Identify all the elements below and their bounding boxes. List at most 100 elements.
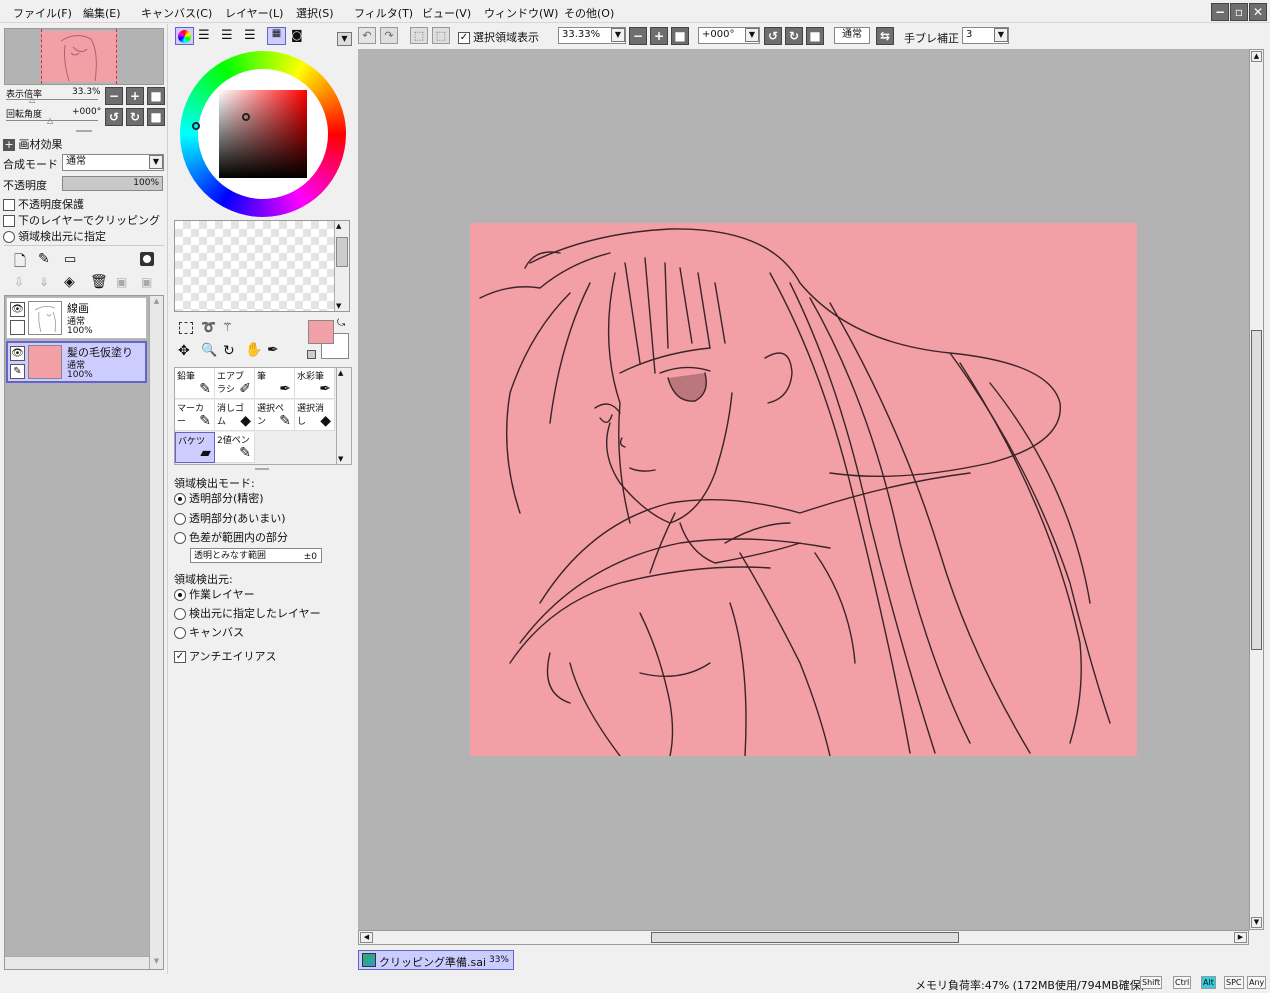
toolbar-rotate-left-button[interactable]: ↺	[764, 27, 782, 45]
new-layer-icon[interactable]: 🗋	[14, 251, 26, 276]
scroll-down-arrow[interactable]: ▼	[338, 455, 343, 463]
new-folder-icon[interactable]: ▭	[64, 252, 76, 267]
detect-source-option[interactable]: 作業レイヤー	[174, 586, 255, 602]
trash-icon[interactable]: 🗑	[90, 274, 108, 290]
clear-layer-icon[interactable]: ◈	[64, 274, 75, 290]
transfer-down-icon[interactable]: ⇩	[14, 275, 24, 289]
document-tab[interactable]: クリッピング準備.sai 33%	[358, 950, 514, 970]
layer-list-scrollbar[interactable]: ▲ ▼	[149, 296, 163, 969]
swap-colors-icon[interactable]: ⤿	[337, 318, 345, 329]
detect-source-option[interactable]: 検出元に指定したレイヤー	[174, 605, 321, 621]
eyedropper-icon[interactable]: ✒	[267, 342, 279, 358]
foreground-color-swatch[interactable]	[308, 320, 334, 344]
scroll-thumb[interactable]	[1251, 330, 1262, 650]
blend-mode-select[interactable]: 通常 ▼	[62, 154, 164, 171]
redo-button[interactable]: ↷	[380, 27, 398, 44]
tool-eraser[interactable]: 消しゴム ◆	[215, 400, 255, 431]
merge-down-icon[interactable]: ⇓	[39, 275, 49, 289]
minimize-button[interactable]: −	[1211, 3, 1229, 21]
move-icon[interactable]: ✥	[178, 343, 190, 359]
toolbar-zoom-out-button[interactable]: −	[629, 27, 647, 45]
navigator-preview[interactable]	[4, 28, 164, 85]
color-square[interactable]	[219, 90, 307, 178]
swatches-tab[interactable]: ▦	[267, 27, 286, 45]
tool-brush[interactable]: 筆 ✒	[255, 368, 295, 399]
menu-view[interactable]: ビュー(V)	[422, 5, 471, 21]
tool-select-erase[interactable]: 選択消し ◆	[295, 400, 335, 431]
canvas-workspace[interactable]: ▲ ▼	[358, 49, 1264, 930]
clip-to-lower-checkbox[interactable]: 下のレイヤーでクリッピング	[3, 212, 160, 228]
tool-binary-pen[interactable]: 2値ペン ✎	[215, 432, 255, 463]
menu-select[interactable]: 選択(S)	[296, 5, 334, 21]
zoom-in-button[interactable]: +	[126, 87, 144, 105]
menu-canvas[interactable]: キャンバス(C)	[141, 5, 212, 21]
rotate-left-button[interactable]: ↺	[105, 108, 123, 126]
deselect-button[interactable]: ⬚	[410, 27, 428, 44]
scroll-up-arrow[interactable]: ▲	[151, 297, 162, 308]
hsv-slider-tab[interactable]: ☰	[221, 28, 233, 43]
layer-row-selected[interactable]: 👁 ✎ 髪の毛仮塗り 通常 100%	[6, 341, 147, 383]
rotation-select[interactable]: +000° ▼	[698, 27, 760, 44]
flip-horizontal-button[interactable]: ⇆	[876, 27, 894, 45]
scroll-up-arrow[interactable]: ▲	[336, 222, 341, 230]
zoom-reset-button[interactable]: ■	[147, 87, 165, 105]
scroll-thumb[interactable]	[651, 932, 959, 943]
paint-brush-icon[interactable]: ✎	[10, 364, 25, 379]
scroll-left-arrow[interactable]: ◀	[360, 932, 373, 943]
tool-bucket[interactable]: バケツ ▰	[175, 432, 215, 463]
menu-edit[interactable]: 編集(E)	[83, 5, 121, 21]
reset-colors-icon[interactable]	[307, 350, 316, 359]
magic-wand-icon[interactable]: ⚚	[222, 320, 233, 334]
scroll-thumb[interactable]	[336, 237, 348, 267]
scroll-down-arrow[interactable]: ▼	[151, 957, 162, 968]
menu-file[interactable]: ファイル(F)	[13, 5, 72, 21]
saturation-marker[interactable]	[242, 113, 250, 121]
scroll-right-arrow[interactable]: ▶	[1234, 932, 1247, 943]
eye-icon[interactable]: 👁	[10, 346, 25, 361]
menu-window[interactable]: ウィンドウ(W)	[484, 5, 558, 21]
rect-select-icon[interactable]	[179, 322, 193, 334]
texture-effect-toggle[interactable]: + 画材効果	[3, 136, 63, 152]
lasso-icon[interactable]: ➰	[201, 320, 216, 334]
rotate-reset-button[interactable]: ■	[147, 108, 165, 126]
scratchpad-area[interactable]: ▲ ▼	[174, 220, 350, 312]
scroll-down-arrow[interactable]: ▼	[1251, 917, 1262, 928]
toolbar-rotate-right-button[interactable]: ↻	[785, 27, 803, 45]
scroll-down-arrow[interactable]: ▼	[336, 302, 341, 310]
layer-lock-toggle[interactable]	[10, 320, 25, 335]
layer-mask-icon[interactable]	[140, 252, 154, 266]
canvas-hscrollbar[interactable]: ◀ ▶	[358, 930, 1249, 945]
tool-pencil[interactable]: 鉛筆 ✎	[175, 368, 215, 399]
color-mixer-tab[interactable]: ☰	[244, 28, 256, 43]
zoom-icon[interactable]: 🔍	[201, 343, 217, 358]
zoom-slider[interactable]	[6, 99, 98, 100]
rotate-right-button[interactable]: ↻	[126, 108, 144, 126]
eye-icon[interactable]: 👁	[10, 302, 25, 317]
zoom-slider-handle[interactable]: △	[29, 95, 35, 104]
zoom-select[interactable]: 33.33% ▼	[558, 27, 626, 44]
invert-selection-button[interactable]: ⬚	[432, 27, 450, 44]
angle-slider-handle[interactable]: △	[47, 116, 53, 125]
hand-icon[interactable]: ✋	[245, 342, 262, 358]
zoom-out-button[interactable]: −	[105, 87, 123, 105]
layer-row[interactable]: 👁 線画 通常 100%	[6, 297, 147, 339]
detect-mode-option[interactable]: 透明部分(精密)	[174, 490, 264, 506]
detect-mode-option[interactable]: 色差が範囲内の部分	[174, 529, 288, 545]
tool-airbrush[interactable]: エアブラシ ✐	[215, 368, 255, 399]
tool-select-pen[interactable]: 選択ペン ✎	[255, 400, 295, 431]
maximize-button[interactable]: ▫	[1230, 3, 1248, 21]
panel-splitter[interactable]	[255, 468, 269, 470]
set-as-source-checkbox[interactable]: 領域検出元に指定	[3, 228, 106, 244]
toolbar-rotate-reset-button[interactable]: ■	[806, 27, 824, 45]
menu-filter[interactable]: フィルタ(T)	[354, 5, 413, 21]
merge-visible-icon[interactable]: ▣	[116, 275, 127, 289]
tool-marker[interactable]: マーカー ✎	[175, 400, 215, 431]
scratchpad-scrollbar[interactable]: ▲ ▼	[334, 221, 349, 311]
panel-menu-arrow[interactable]: ▼	[337, 32, 352, 46]
flatten-icon[interactable]: ▣	[141, 275, 152, 289]
detect-source-option[interactable]: キャンバス	[174, 624, 244, 640]
hue-marker[interactable]	[192, 122, 200, 130]
detect-mode-option[interactable]: 透明部分(あいまい)	[174, 510, 286, 526]
rgb-slider-tab[interactable]: ☰	[198, 28, 210, 43]
canvas[interactable]	[470, 223, 1137, 756]
